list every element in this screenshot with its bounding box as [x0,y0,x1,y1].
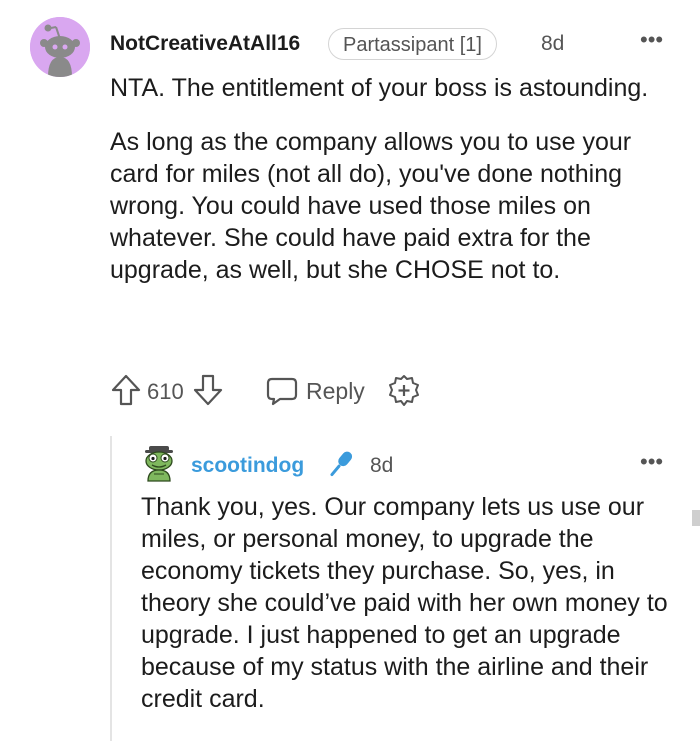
comment-author[interactable]: NotCreativeAtAll16 [110,32,300,56]
award-plus-icon [389,375,419,406]
reply-label: Reply [306,377,365,404]
comment-timestamp[interactable]: 8d [541,32,564,56]
op-badge [322,447,358,483]
upvote-button[interactable] [110,373,142,407]
reply-author[interactable]: scootindog [191,454,304,478]
snoo-avatar-icon [30,17,90,77]
comment-paragraph: NTA. The entitlement of your boss is ast… [110,74,649,102]
scrollbar-thumb[interactable] [692,510,700,526]
upvote-arrow-icon [111,374,141,406]
comment-paragraph: As long as the company allows you to use… [110,128,632,284]
user-flair: Partassipant [1] [328,28,497,60]
microphone-icon [330,451,353,477]
speech-bubble-icon [266,377,298,406]
vote-score: 610 [147,379,184,404]
reply-more-options-button[interactable]: ••• [640,449,668,474]
frog-avatar-icon [145,446,173,482]
reply-avatar[interactable] [140,444,178,482]
reply-body: Thank you, yes. Our company lets us use … [141,491,671,715]
comment-body: NTA. The entitlement of your boss is ast… [110,72,670,308]
downvote-button[interactable] [192,373,224,407]
more-options-button[interactable]: ••• [640,27,668,52]
user-avatar[interactable] [30,17,90,77]
reply-timestamp[interactable]: 8d [370,454,393,478]
thread-line[interactable] [110,436,112,741]
reply-button[interactable]: Reply [266,374,365,408]
more-dots-icon: ••• [640,27,664,52]
downvote-arrow-icon [193,374,223,406]
award-button[interactable] [387,374,421,408]
more-dots-icon: ••• [640,449,664,474]
reply-text: Thank you, yes. Our company lets us use … [141,493,668,713]
